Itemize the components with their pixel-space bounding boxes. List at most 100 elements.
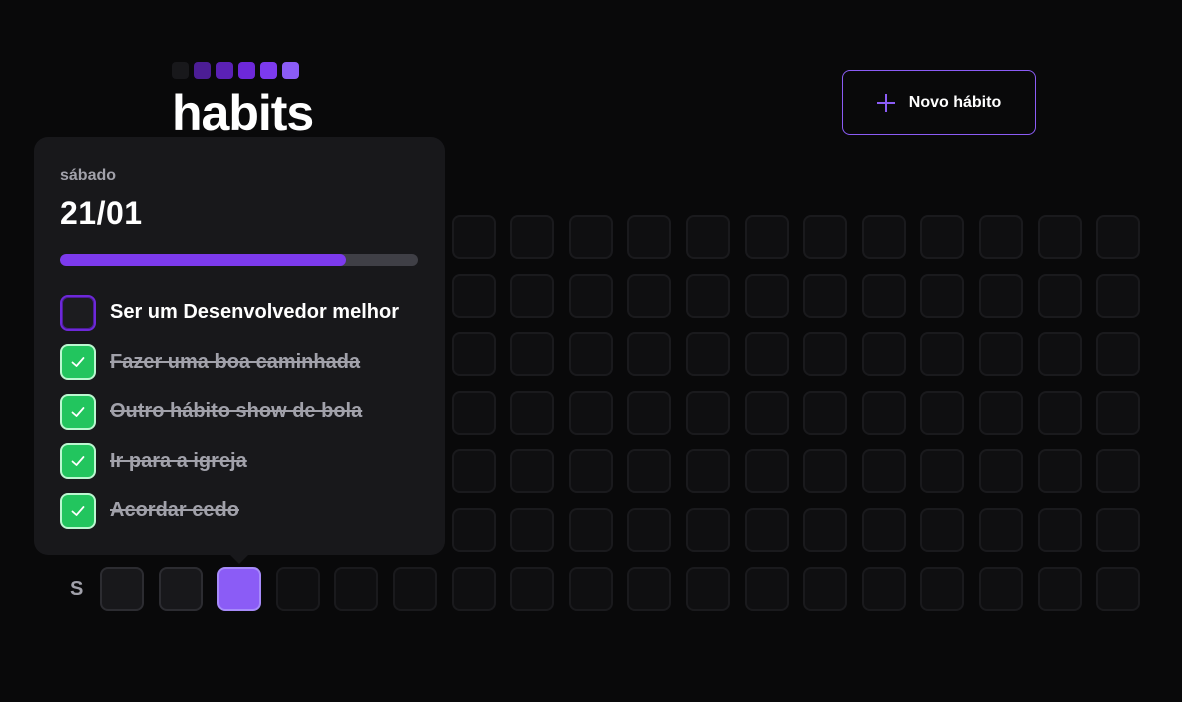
day-cell[interactable] (1037, 215, 1082, 259)
day-cell[interactable] (627, 566, 672, 611)
day-cell[interactable] (1037, 273, 1082, 318)
day-cell[interactable] (920, 215, 965, 259)
day-cell[interactable] (744, 332, 789, 377)
day-cell[interactable] (100, 566, 144, 611)
day-cell[interactable] (510, 449, 555, 494)
day-cell[interactable] (803, 390, 848, 435)
habit-checkbox-item[interactable]: Fazer uma boa caminhada (60, 338, 419, 388)
day-cell[interactable] (451, 215, 496, 259)
day-cell[interactable] (686, 215, 730, 259)
day-cell[interactable] (1037, 449, 1082, 494)
day-cell[interactable] (510, 390, 555, 435)
day-cell[interactable] (920, 390, 965, 435)
habit-checkbox-item[interactable]: Outro hábito show de bola (60, 387, 419, 437)
day-cell[interactable] (568, 332, 613, 377)
day-cell[interactable] (275, 566, 320, 611)
day-cell[interactable] (803, 508, 848, 552)
day-cell[interactable] (1096, 449, 1141, 494)
day-cell[interactable] (803, 566, 848, 611)
habit-checkbox-item[interactable]: Ir para a igreja (60, 437, 419, 487)
day-cell[interactable] (861, 449, 906, 494)
day-cell[interactable] (920, 566, 965, 611)
day-cell[interactable] (861, 390, 906, 435)
day-cell[interactable] (510, 566, 555, 611)
day-cell[interactable] (744, 566, 789, 611)
day-cell[interactable] (627, 332, 672, 377)
day-cell[interactable] (920, 449, 965, 494)
day-cell[interactable] (568, 449, 613, 494)
checkbox-checked[interactable] (60, 344, 96, 381)
day-cell[interactable] (1096, 273, 1141, 318)
day-cell[interactable] (451, 566, 496, 611)
day-cell[interactable] (1037, 566, 1082, 611)
day-cell[interactable] (568, 566, 613, 611)
day-cell[interactable] (1096, 332, 1141, 377)
day-cell[interactable] (1096, 215, 1141, 259)
day-cell[interactable] (686, 390, 730, 435)
day-cell[interactable] (451, 508, 496, 552)
day-cell[interactable] (510, 273, 555, 318)
checkbox-checked[interactable] (60, 492, 96, 529)
day-cell[interactable] (979, 273, 1023, 318)
day-cell[interactable] (861, 508, 906, 552)
day-cell[interactable] (568, 215, 613, 259)
day-cell[interactable] (393, 566, 437, 611)
day-cell[interactable] (744, 508, 789, 552)
day-cell[interactable] (627, 390, 672, 435)
day-cell[interactable] (920, 273, 965, 318)
day-cell[interactable] (920, 332, 965, 377)
day-cell[interactable] (568, 390, 613, 435)
day-cell[interactable] (568, 273, 613, 318)
day-cell[interactable] (979, 508, 1023, 552)
day-cell[interactable] (803, 332, 848, 377)
day-cell[interactable] (686, 273, 730, 318)
day-cell[interactable] (803, 449, 848, 494)
habit-checkbox-item[interactable]: Ser um Desenvolvedor melhor (60, 288, 419, 338)
day-cell[interactable] (861, 215, 906, 259)
day-cell[interactable] (1096, 508, 1141, 552)
day-cell[interactable] (744, 215, 789, 259)
day-cell[interactable] (451, 390, 496, 435)
day-cell[interactable] (627, 215, 672, 259)
day-cell[interactable] (158, 566, 203, 611)
day-cell[interactable] (744, 390, 789, 435)
day-cell[interactable] (510, 508, 555, 552)
day-cell[interactable] (1096, 566, 1141, 611)
day-cell[interactable] (803, 215, 848, 259)
day-cell[interactable] (1037, 508, 1082, 552)
day-cell[interactable] (510, 215, 555, 259)
day-cell[interactable] (861, 273, 906, 318)
checkbox-unchecked[interactable] (60, 294, 96, 331)
day-cell[interactable] (627, 273, 672, 318)
day-cell[interactable] (979, 449, 1023, 494)
day-cell[interactable] (568, 508, 613, 552)
day-cell[interactable] (861, 566, 906, 611)
day-cell[interactable] (451, 273, 496, 318)
day-cell[interactable] (979, 332, 1023, 377)
checkbox-checked[interactable] (60, 443, 96, 480)
day-cell[interactable] (686, 566, 730, 611)
day-cell[interactable] (920, 508, 965, 552)
day-cell[interactable] (451, 449, 496, 494)
day-cell[interactable] (686, 508, 730, 552)
day-cell[interactable] (627, 449, 672, 494)
habit-checkbox-item[interactable]: Acordar cedo (60, 486, 419, 536)
day-cell[interactable] (217, 566, 262, 611)
day-cell[interactable] (861, 332, 906, 377)
day-cell[interactable] (744, 449, 789, 494)
day-cell[interactable] (979, 566, 1023, 611)
day-cell[interactable] (686, 332, 730, 377)
day-cell[interactable] (1096, 390, 1141, 435)
day-cell[interactable] (334, 566, 379, 611)
new-habit-button[interactable]: Novo hábito (842, 70, 1036, 135)
day-cell[interactable] (979, 390, 1023, 435)
day-cell[interactable] (1037, 390, 1082, 435)
day-cell[interactable] (451, 332, 496, 377)
day-cell[interactable] (627, 508, 672, 552)
day-cell[interactable] (510, 332, 555, 377)
day-cell[interactable] (686, 449, 730, 494)
day-cell[interactable] (979, 215, 1023, 259)
day-cell[interactable] (744, 273, 789, 318)
checkbox-checked[interactable] (60, 393, 96, 430)
day-cell[interactable] (1037, 332, 1082, 377)
